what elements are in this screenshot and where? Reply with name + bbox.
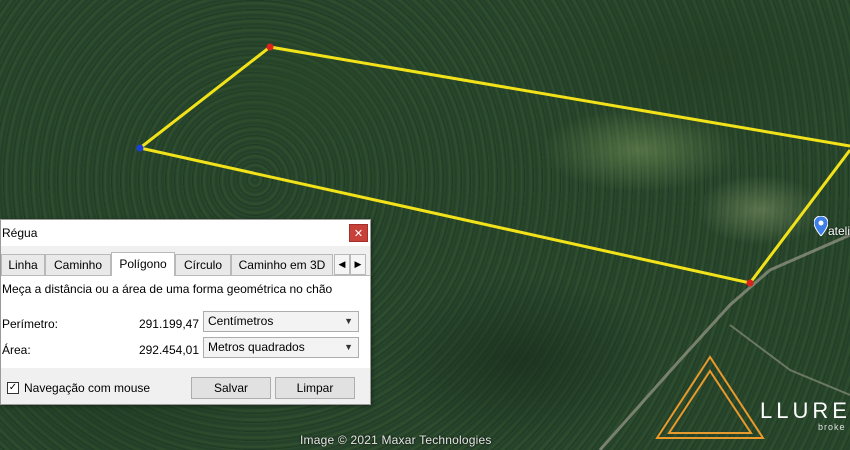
tab-scroll-left[interactable]: ◀ — [334, 254, 350, 275]
polygon-panel: Meça a distância ou a área de uma forma … — [1, 275, 370, 368]
tab-poligono[interactable]: Polígono — [111, 252, 175, 276]
tab-bar: Linha Caminho Polígono Círculo Caminho e… — [1, 252, 370, 276]
checkmark-icon: ✓ — [8, 382, 18, 393]
tab-linha[interactable]: Linha — [1, 254, 45, 275]
brand-name: LLURE — [760, 398, 850, 423]
dialog-title: Régua — [2, 226, 38, 240]
clear-button[interactable]: Limpar — [275, 377, 355, 399]
area-unit-select[interactable]: Metros quadrados ▼ — [203, 337, 359, 358]
perimeter-label: Perímetro: — [2, 317, 59, 331]
polygon-vertex[interactable] — [746, 279, 754, 287]
tab-caminho-3d[interactable]: Caminho em 3D — [231, 254, 333, 275]
area-value: 292.454,01 — [138, 343, 199, 357]
save-button[interactable]: Salvar — [191, 377, 271, 399]
polygon-vertex-active[interactable] — [136, 144, 144, 152]
ruler-dialog: Régua ✕ Linha Caminho Polígono Círculo C… — [0, 219, 371, 405]
tab-scroll-right[interactable]: ▶ — [350, 254, 366, 275]
dialog-titlebar[interactable]: Régua ✕ — [1, 220, 370, 246]
mouse-navigation-label[interactable]: Navegação com mouse — [24, 381, 150, 395]
perimeter-unit-value: Centímetros — [208, 314, 274, 328]
tab-caminho[interactable]: Caminho — [45, 254, 111, 275]
location-pin-icon[interactable] — [814, 216, 828, 236]
chevron-down-icon: ▼ — [344, 316, 353, 326]
panel-description: Meça a distância ou a área de uma forma … — [2, 282, 333, 296]
chevron-left-icon: ◀ — [338, 259, 346, 269]
perimeter-value: 291.199,47 — [138, 317, 199, 331]
perimeter-unit-select[interactable]: Centímetros ▼ — [203, 311, 359, 332]
close-icon: ✕ — [353, 228, 364, 240]
chevron-right-icon: ▶ — [354, 259, 362, 269]
brand-subtitle: broke — [818, 422, 846, 432]
close-button[interactable]: ✕ — [349, 224, 368, 242]
mouse-navigation-checkbox[interactable]: ✓ — [7, 382, 19, 394]
dialog-footer: ✓ Navegação com mouse Salvar Limpar — [1, 374, 370, 404]
polygon-vertex[interactable] — [266, 43, 274, 51]
area-unit-value: Metros quadrados — [208, 340, 305, 354]
place-label: ateli — [828, 224, 850, 238]
area-label: Área: — [2, 343, 31, 357]
tab-circulo[interactable]: Círculo — [175, 254, 231, 275]
imagery-attribution: Image © 2021 Maxar Technologies — [300, 433, 492, 447]
chevron-down-icon: ▼ — [344, 342, 353, 352]
